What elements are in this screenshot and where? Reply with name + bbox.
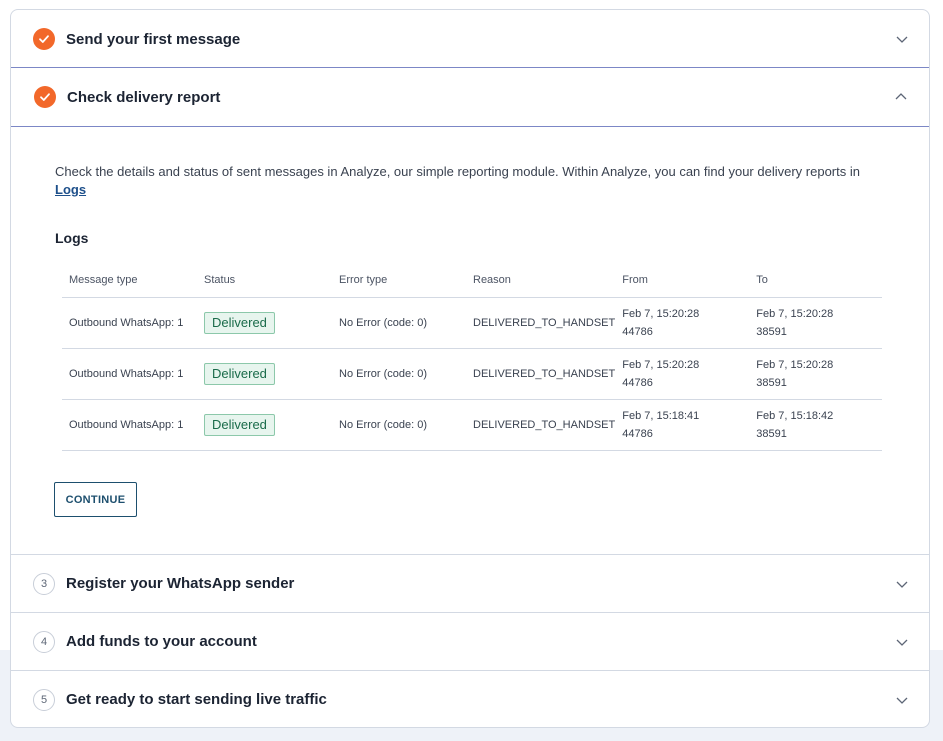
reason-cell: DELIVERED_TO_HANDSET: [466, 348, 616, 400]
step-start-live-traffic[interactable]: 5 Get ready to start sending live traffi…: [11, 670, 929, 727]
step-add-funds[interactable]: 4 Add funds to your account: [11, 612, 929, 670]
from-time: Feb 7, 15:18:41: [622, 410, 700, 422]
to-cell: Feb 7, 15:18:42 38591: [749, 399, 882, 451]
status-cell: Delivered: [197, 297, 332, 349]
from-time: Feb 7, 15:20:28: [622, 359, 700, 371]
from-cell: Feb 7, 15:20:28 44786: [615, 297, 750, 349]
message-type-cell: Outbound WhatsApp: 1: [62, 297, 197, 349]
onboarding-accordion: Send your first message Check delivery r…: [10, 9, 930, 728]
column-header: Message type: [62, 263, 197, 298]
from-number: 44786: [622, 326, 653, 338]
check-icon: [33, 28, 55, 50]
column-header: Error type: [332, 263, 466, 298]
message-type-cell: Outbound WhatsApp: 1: [62, 399, 197, 451]
reason-cell: DELIVERED_TO_HANDSET: [466, 399, 616, 451]
step-title: Get ready to start sending live traffic: [66, 691, 327, 708]
from-number: 44786: [622, 428, 653, 440]
check-icon: [34, 86, 56, 108]
error-type-cell: No Error (code: 0): [332, 399, 466, 451]
to-number: 38591: [756, 428, 787, 440]
logs-heading: Logs: [55, 230, 89, 246]
error-type-cell: No Error (code: 0): [332, 297, 466, 349]
to-cell: Feb 7, 15:20:28 38591: [749, 348, 882, 400]
table-row[interactable]: Outbound WhatsApp: 1 Delivered No Error …: [62, 399, 882, 451]
intro-text: Check the details and status of sent mes…: [55, 164, 860, 197]
step-number: 3: [33, 573, 55, 595]
status-badge: Delivered: [204, 414, 275, 436]
delivery-report-panel: Check the details and status of sent mes…: [11, 127, 929, 554]
status-badge: Delivered: [204, 363, 275, 385]
chevron-down-icon[interactable]: [895, 693, 909, 707]
chevron-down-icon[interactable]: [895, 577, 909, 591]
step-title: Check delivery report: [67, 88, 221, 106]
column-header: To: [749, 263, 882, 298]
logs-table: Message type Status Error type Reason Fr…: [62, 263, 882, 451]
to-time: Feb 7, 15:18:42: [756, 410, 834, 422]
from-number: 44786: [622, 377, 653, 389]
step-check-delivery-report[interactable]: Check delivery report: [11, 67, 929, 127]
to-number: 38591: [756, 377, 787, 389]
from-time: Feb 7, 15:20:28: [622, 308, 700, 320]
step-number: 5: [33, 689, 55, 711]
step-title: Send your first message: [66, 30, 241, 48]
step-title: Register your WhatsApp sender: [66, 575, 295, 592]
to-cell: Feb 7, 15:20:28 38591: [749, 297, 882, 349]
step-title: Add funds to your account: [66, 633, 257, 650]
step-number: 4: [33, 631, 55, 653]
table-row[interactable]: Outbound WhatsApp: 1 Delivered No Error …: [62, 348, 882, 400]
status-cell: Delivered: [197, 348, 332, 400]
status-badge: Delivered: [204, 312, 275, 334]
logs-link[interactable]: Logs: [55, 182, 86, 197]
continue-button[interactable]: CONTINUE: [54, 482, 137, 517]
chevron-down-icon[interactable]: [895, 32, 909, 46]
step-register-whatsapp-sender[interactable]: 3 Register your WhatsApp sender: [11, 554, 929, 612]
table-header-row: Message type Status Error type Reason Fr…: [62, 263, 882, 298]
column-header: From: [615, 263, 750, 298]
message-type-cell: Outbound WhatsApp: 1: [62, 348, 197, 400]
column-header: Status: [197, 263, 332, 298]
reason-cell: DELIVERED_TO_HANDSET: [466, 297, 616, 349]
to-time: Feb 7, 15:20:28: [756, 359, 834, 371]
from-cell: Feb 7, 15:20:28 44786: [615, 348, 750, 400]
to-number: 38591: [756, 326, 787, 338]
step-send-first-message[interactable]: Send your first message: [11, 10, 929, 68]
chevron-down-icon[interactable]: [895, 635, 909, 649]
error-type-cell: No Error (code: 0): [332, 348, 466, 400]
table-row[interactable]: Outbound WhatsApp: 1 Delivered No Error …: [62, 297, 882, 349]
column-header: Reason: [466, 263, 616, 298]
status-cell: Delivered: [197, 399, 332, 451]
from-cell: Feb 7, 15:18:41 44786: [615, 399, 750, 451]
chevron-up-icon[interactable]: [894, 90, 908, 104]
to-time: Feb 7, 15:20:28: [756, 308, 834, 320]
